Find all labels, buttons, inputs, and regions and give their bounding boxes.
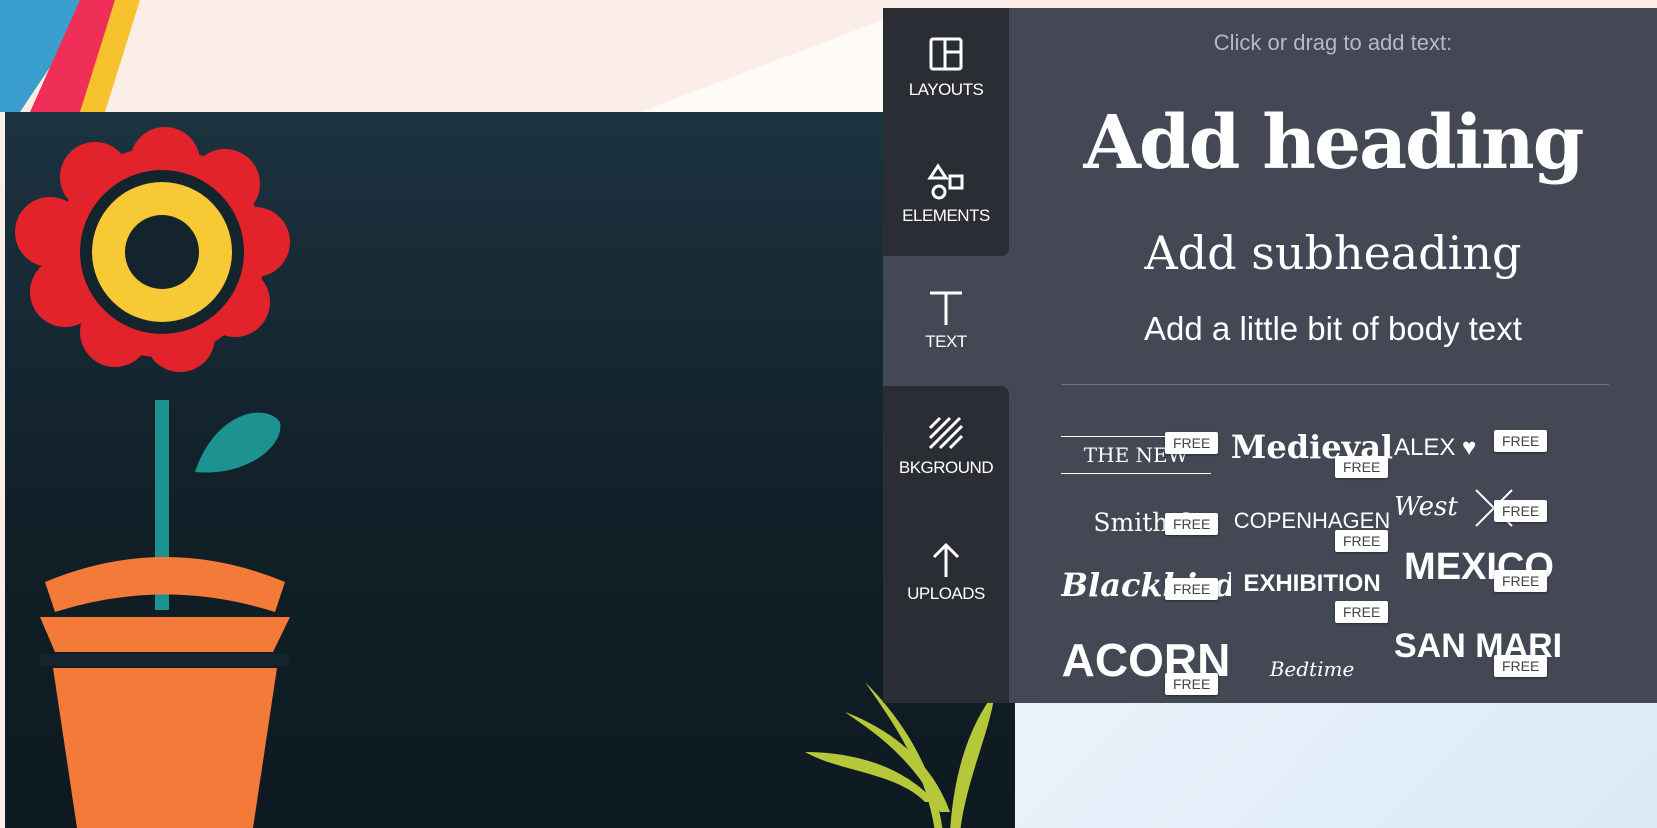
free-badge: FREE (1494, 655, 1548, 677)
text-template[interactable]: EXHIBITION FREE (1227, 566, 1397, 636)
add-body-text-button[interactable]: Add a little bit of body text (1009, 310, 1657, 348)
free-badge: FREE (1165, 513, 1219, 535)
free-badge: FREE (1165, 673, 1219, 695)
text-template[interactable]: SAN MARINO FREE (1394, 623, 1564, 693)
text-template[interactable]: ACORN FREE (1061, 633, 1231, 703)
tab-elements[interactable]: ELEMENTS (883, 134, 1009, 256)
free-badge: FREE (1335, 601, 1389, 623)
layouts-icon (883, 36, 1009, 76)
free-badge: FREE (1335, 456, 1389, 478)
tab-uploads[interactable]: UPLOADS (883, 512, 1009, 703)
tab-label: TEXT (925, 332, 967, 351)
template-text: ALEX ♥ (1394, 434, 1477, 461)
design-canvas[interactable] (5, 112, 1015, 828)
upload-arrow-icon (883, 540, 1009, 580)
template-text: Bedtime (1269, 657, 1355, 681)
tab-label: UPLOADS (907, 584, 985, 603)
tab-label: ELEMENTS (902, 206, 990, 225)
tab-background[interactable]: BKGROUND (883, 386, 1009, 512)
text-panel: Click or drag to add text: Add heading A… (1009, 8, 1657, 703)
free-badge: FREE (1165, 578, 1219, 600)
elements-icon (883, 162, 1009, 202)
template-text: West (1394, 492, 1458, 522)
divider (1061, 384, 1609, 385)
workspace-background (1015, 703, 1657, 828)
free-badge: FREE (1165, 432, 1219, 454)
free-badge: FREE (1494, 430, 1548, 452)
background-icon (883, 414, 1009, 454)
free-badge: FREE (1494, 500, 1548, 522)
tab-label: LAYOUTS (908, 80, 984, 99)
text-template[interactable]: Blackbird FREE (1061, 566, 1231, 636)
tab-text[interactable]: TEXT (883, 260, 1009, 386)
text-template[interactable]: Smith & FREE (1061, 500, 1231, 570)
text-icon (883, 288, 1009, 328)
tab-layouts[interactable]: LAYOUTS (883, 8, 1009, 134)
flower-pot-illustration[interactable] (5, 112, 1015, 828)
tab-label: BKGROUND (898, 458, 994, 477)
add-subheading-button[interactable]: Add subheading (1009, 226, 1657, 280)
free-badge: FREE (1494, 570, 1548, 592)
panel-hint: Click or drag to add text: (1213, 30, 1453, 55)
text-template[interactable]: THE NEW FREE (1061, 428, 1231, 498)
free-badge: FREE (1335, 530, 1389, 552)
editor-panel: LAYOUTS ELEMENTS TEXT BKGROUND UPLOADS C… (883, 8, 1657, 703)
text-template[interactable]: MEXICO FREE (1394, 546, 1564, 616)
text-template[interactable]: Medieval FREE (1227, 428, 1397, 498)
sidebar: LAYOUTS ELEMENTS TEXT BKGROUND UPLOADS (883, 8, 1009, 703)
add-heading-button[interactable]: Add heading (1009, 100, 1657, 186)
text-template[interactable]: COPENHAGEN FREE (1227, 500, 1397, 570)
text-template[interactable]: Bedtime (1227, 653, 1397, 703)
template-text: EXHIBITION (1243, 570, 1381, 597)
